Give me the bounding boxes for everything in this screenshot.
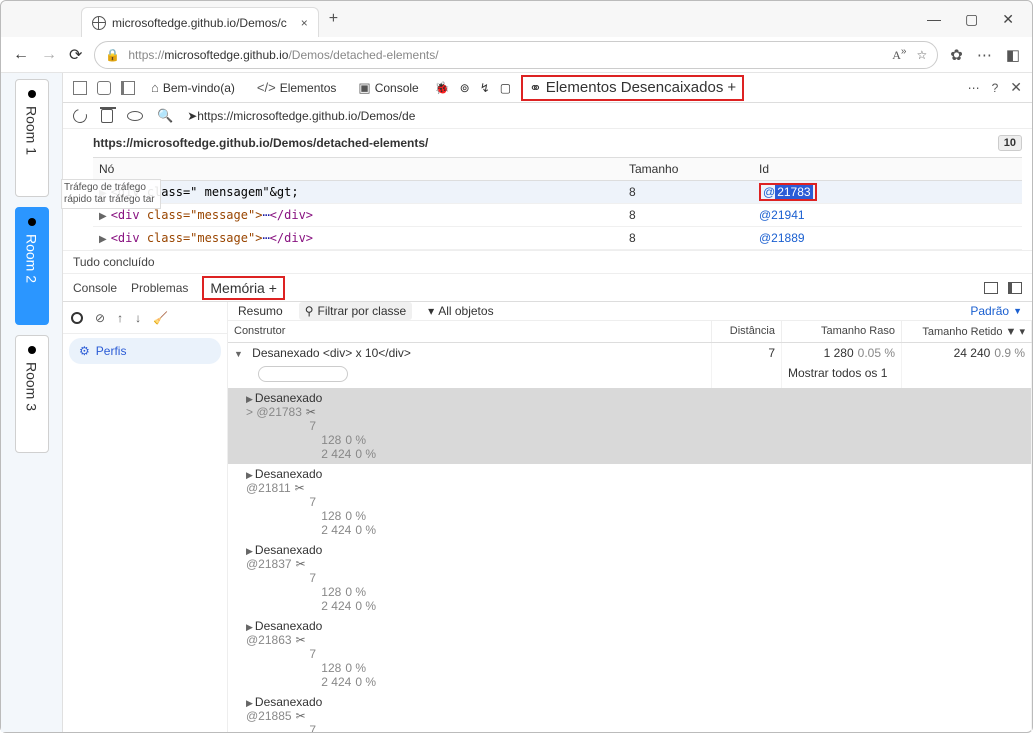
memory-show-all[interactable]: Mostrar todos os 1 <box>228 363 1032 388</box>
url-text: https://microsoftedge.github.io/Demos/de… <box>128 48 438 62</box>
address-bar: ← → ⟳ 🔒 https://microsoftedge.github.io/… <box>1 37 1032 73</box>
memory-row[interactable]: ▶Desanexado @21863✂71280 %2 4240 % <box>228 616 1032 692</box>
detached-count-badge: 10 <box>998 135 1022 151</box>
dot-icon <box>28 346 36 354</box>
forward-button[interactable]: → <box>41 46 57 64</box>
minimize-icon[interactable]: — <box>927 11 941 28</box>
maximize-icon[interactable]: ▢ <box>965 11 978 28</box>
inspect-icon[interactable] <box>73 81 87 95</box>
tab-detached-elements[interactable]: ⚭ Elementos Desencaixados + <box>521 75 744 101</box>
clear-icon[interactable]: ⊘ <box>95 311 105 325</box>
memory-row[interactable]: ▼ Desanexado <div> x 10</div> 7 1 2800.0… <box>228 343 1032 363</box>
record-icon[interactable] <box>71 312 83 324</box>
room-1[interactable]: Room 1 <box>15 79 49 197</box>
detached-header-url: https://microsoftedge.github.io/Demos/de… <box>93 136 428 150</box>
devtools-tabs: ⌂Bem-vindo(a) </>Elementos ▣Console 🐞 ⊚ … <box>63 73 1032 103</box>
console-icon: ▣ <box>358 80 370 96</box>
home-icon: ⌂ <box>151 80 159 95</box>
globe-icon <box>92 16 106 30</box>
search-icon[interactable]: 🔍 <box>157 108 173 124</box>
col-size: Tamanho <box>623 158 753 180</box>
bug-icon[interactable]: 🐞 <box>435 81 450 95</box>
dot-icon <box>28 90 36 98</box>
memory-row[interactable]: ▶Desanexado @21885✂71280 %2 4240 % <box>228 692 1032 732</box>
browser-tab[interactable]: microsoftedge.github.io/Demos/c × <box>81 7 319 37</box>
network-icon[interactable]: ↯ <box>480 81 490 95</box>
status-line: Tudo concluído <box>63 250 1032 274</box>
drawer-tab-problems[interactable]: Problemas <box>131 281 188 295</box>
profiles-item[interactable]: ⚙ Perfis <box>69 338 221 364</box>
favorite-icon[interactable]: ☆ <box>916 48 927 62</box>
unplug-icon: ⚭ <box>529 79 542 97</box>
memory-table-header: Construtor Distância Tamanho Raso Tamanh… <box>228 321 1032 343</box>
read-aloud-icon[interactable]: A» <box>892 46 906 63</box>
dot-icon <box>28 218 36 226</box>
col-id: Id <box>753 158 1022 180</box>
download-icon[interactable]: ↓ <box>135 311 141 325</box>
detached-row[interactable]: ▶<div class="message">⋯</div> 8 @21889 <box>93 227 1022 250</box>
detached-row[interactable]: ▶<div class="message">⋯</div> 8 @21941 <box>93 204 1022 227</box>
trash-icon[interactable] <box>101 109 113 123</box>
room-3[interactable]: Room 3 <box>15 335 49 453</box>
panel-dock-icon[interactable] <box>121 81 135 95</box>
memory-sidebar: ⊘ ↑ ↓ 🧹 ⚙ Perfis <box>63 302 228 732</box>
drawer-tab-memory[interactable]: Memória + <box>202 276 285 300</box>
more-icon[interactable]: ⋯ <box>977 46 992 64</box>
tab-elements[interactable]: </>Elementos <box>251 80 343 95</box>
app-icon[interactable]: ▢ <box>500 81 511 95</box>
devtools: ⌂Bem-vindo(a) </>Elementos ▣Console 🐞 ⊚ … <box>63 73 1032 732</box>
traffic-tooltip: Tráfego de tráfego rápido tar tráfego ta… <box>61 179 161 209</box>
detached-elements-panel: https://microsoftedge.github.io/Demos/de… <box>63 129 1032 250</box>
drawer-tabs: Console Problemas Memória + <box>63 274 1032 302</box>
memory-row[interactable]: ▶Desanexado @21811✂71280 %2 4240 % <box>228 464 1032 540</box>
window-close-icon[interactable]: ✕ <box>1002 11 1014 28</box>
new-tab-button[interactable]: + <box>329 10 338 28</box>
browser-titlebar: microsoftedge.github.io/Demos/c × + — ▢ … <box>1 1 1032 37</box>
tab-console[interactable]: ▣Console <box>352 80 424 96</box>
memory-toolbar: Resumo ⚲Filtrar por classe ▾All objetos … <box>228 302 1032 321</box>
class-filter[interactable]: ⚲Filtrar por classe <box>299 302 412 320</box>
padrao-dropdown[interactable]: Padrão ▼ <box>970 304 1022 318</box>
sliders-icon: ⚙ <box>79 344 90 358</box>
detached-table: Nó Tamanho Id ▶<div class=" mensagem"&gt… <box>93 157 1022 250</box>
arrow-icon: ➤ <box>187 109 197 123</box>
url-input[interactable]: 🔒 https://microsoftedge.github.io/Demos/… <box>94 41 938 69</box>
device-icon[interactable] <box>97 81 111 95</box>
upload-icon[interactable]: ↑ <box>117 311 123 325</box>
room-2[interactable]: Room 2 <box>15 207 49 325</box>
extensions-icon[interactable]: ✿ <box>950 46 963 64</box>
drawer-icon-b[interactable] <box>1008 282 1022 294</box>
col-node: Nó <box>93 158 623 180</box>
eye-icon[interactable] <box>127 111 143 121</box>
rooms-sidebar: Room 1 Room 2 Room 3 <box>1 73 63 732</box>
detached-row[interactable]: ▶<div class=" mensagem"&gt; 8 @21783 <box>93 181 1022 204</box>
summary-dropdown[interactable]: Resumo <box>238 304 283 318</box>
wifi-icon[interactable]: ⊚ <box>460 81 470 95</box>
filter-icon: ⚲ <box>305 304 314 318</box>
memory-panel: ⊘ ↑ ↓ 🧹 ⚙ Perfis Resumo ⚲Filtrar por cla… <box>63 302 1032 732</box>
close-icon[interactable]: × <box>301 16 308 30</box>
memory-row[interactable]: ▶Desanexado > @21783✂71280 %2 4240 % <box>228 388 1032 464</box>
detached-toolbar: 🔍 ➤https://microsoftedge.github.io/Demos… <box>63 103 1032 129</box>
chevron-down-icon: ▾ <box>428 304 434 318</box>
all-objects-dropdown[interactable]: ▾All objetos <box>428 304 493 318</box>
refresh-detached-icon[interactable] <box>70 106 89 125</box>
code-icon: </> <box>257 80 276 95</box>
toolbar-url: https://microsoftedge.github.io/Demos/de <box>197 109 415 123</box>
tab-title: microsoftedge.github.io/Demos/c <box>112 16 287 30</box>
drawer-tab-console[interactable]: Console <box>73 281 117 295</box>
refresh-button[interactable]: ⟳ <box>69 45 82 65</box>
memory-row[interactable]: ▶Desanexado @21837✂71280 %2 4240 % <box>228 540 1032 616</box>
devtools-dock-icon[interactable]: ◧ <box>1006 46 1020 64</box>
gc-icon[interactable]: 🧹 <box>153 311 168 325</box>
tab-welcome[interactable]: ⌂Bem-vindo(a) <box>145 80 241 95</box>
back-button[interactable]: ← <box>13 46 29 64</box>
more-tabs-icon[interactable]: ⋯ <box>968 81 980 95</box>
devtools-close-icon[interactable]: ✕ <box>1010 79 1022 96</box>
lock-icon: 🔒 <box>105 48 120 62</box>
help-icon[interactable]: ? <box>992 81 999 95</box>
drawer-icon-a[interactable] <box>984 282 998 294</box>
